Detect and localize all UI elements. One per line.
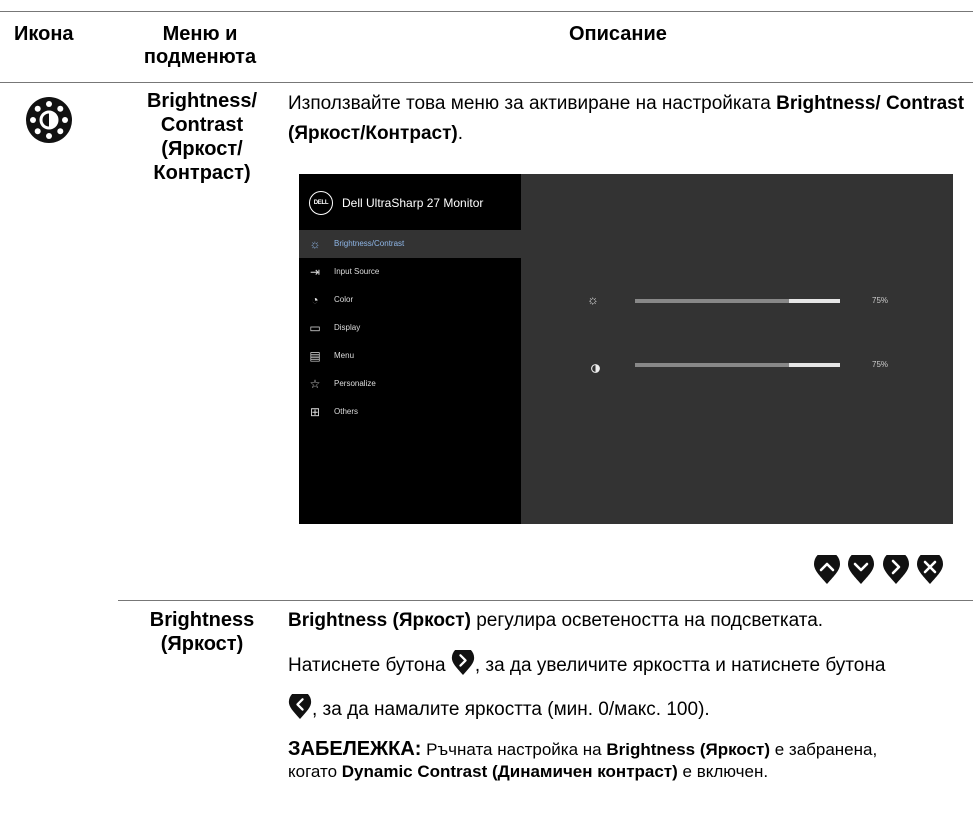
star-icon: ☆ — [309, 377, 321, 391]
osd-menu-item-personalize[interactable]: ☆ Personalize — [299, 370, 521, 398]
osd-title: Dell UltraSharp 27 Monitor — [342, 196, 484, 210]
color-palette-icon: ◔ — [311, 293, 319, 307]
up-button-icon — [814, 555, 840, 584]
header-icon: Икона — [14, 23, 74, 45]
osd-menu-item-display[interactable]: ▭ Display — [299, 314, 521, 342]
dell-logo: DELL — [309, 191, 333, 215]
brightness-increase-instruction: Натиснете бутона , за да увеличите яркос… — [288, 650, 968, 681]
osd-menu-item-brightness-contrast[interactable]: ☼ Brightness/Contrast — [299, 230, 521, 258]
osd-screenshot: DELL Dell UltraSharp 27 Monitor ☼ Bright… — [299, 174, 953, 524]
contrast-slider-rest — [788, 363, 840, 367]
contrast-icon — [591, 360, 600, 378]
contrast-slider-fill — [635, 363, 789, 367]
brightness-decrease-instruction: , за да намалите яркостта (мин. 0/макс. … — [288, 694, 968, 725]
right-button-icon — [451, 650, 474, 675]
header-description: Описание — [569, 23, 667, 45]
osd-menu-label: Input Source — [334, 267, 380, 276]
menu-name-brightness-contrast: Brightness/ Contrast (Яркост/ Контраст) — [146, 90, 258, 184]
left-button-icon — [288, 694, 312, 719]
header-menu: Меню и подменюта — [143, 23, 257, 68]
others-icon: ⊞ — [309, 405, 321, 419]
brightness-slider-rest — [788, 299, 840, 303]
note-label: ЗАБЕЛЕЖКА: — [288, 738, 422, 760]
osd-menu-item-menu[interactable]: ▤ Menu — [299, 342, 521, 370]
table-top-rule — [0, 11, 973, 12]
brightness-note: ЗАБЕЛЕЖКА: Ръчната настройка на Brightne… — [288, 738, 878, 781]
close-button-icon — [917, 555, 943, 584]
sun-icon: ☼ — [309, 237, 321, 251]
osd-menu-label: Others — [334, 407, 359, 416]
osd-menu-label: Brightness/Contrast — [334, 239, 405, 248]
sun-icon: ☼ — [587, 292, 599, 307]
header-bottom-rule — [0, 82, 973, 83]
down-button-icon — [848, 555, 874, 584]
osd-menu-label: Color — [334, 295, 354, 304]
brightness-contrast-icon — [25, 96, 73, 144]
osd-menu-item-others[interactable]: ⊞ Others — [299, 398, 521, 426]
input-source-icon: ⇥ — [309, 265, 321, 279]
contrast-slider[interactable] — [635, 363, 840, 367]
menu-list-icon: ▤ — [309, 349, 321, 363]
right-button-icon — [883, 555, 909, 584]
osd-menu-panel: DELL Dell UltraSharp 27 Monitor ☼ Bright… — [299, 174, 521, 524]
osd-menu-label: Personalize — [334, 379, 376, 388]
brightness-slider[interactable] — [635, 299, 840, 303]
menu-name-brightness: Brightness (Яркост) — [149, 609, 255, 655]
brightness-description: Brightness (Яркост) регулира осветеностт… — [288, 610, 824, 631]
osd-menu-item-color[interactable]: ◔ Color — [299, 286, 521, 314]
brightness-value: 75% — [872, 296, 889, 305]
osd-menu-item-input-source[interactable]: ⇥ Input Source — [299, 258, 521, 286]
contrast-value: 75% — [872, 360, 889, 369]
osd-menu-label: Menu — [334, 351, 355, 360]
brightness-slider-fill — [635, 299, 789, 303]
display-monitor-icon: ▭ — [309, 321, 321, 335]
row-separator — [118, 600, 973, 601]
brightness-contrast-description: Използвайте това меню за активиране на н… — [288, 93, 965, 144]
osd-menu-label: Display — [334, 323, 361, 332]
